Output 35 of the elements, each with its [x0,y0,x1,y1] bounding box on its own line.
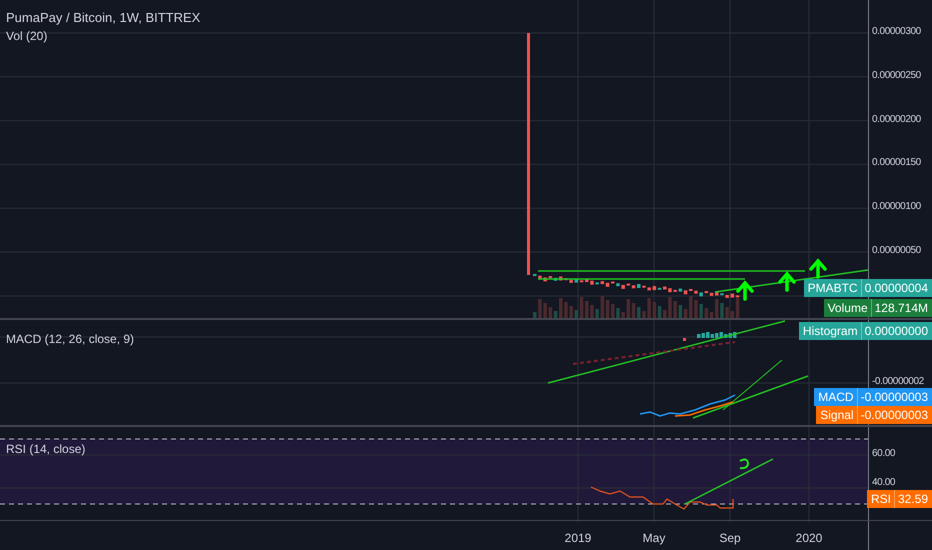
signal-line [674,401,734,417]
chart-title: PumaPay / Bitcoin, 1W, BITTREX [6,9,200,27]
smile-icon [740,458,749,470]
tag-value: 32.59 [898,493,928,505]
axis-tick-label: 60.00 [872,449,896,459]
axis-tick-label: 40.00 [872,478,896,488]
indicator-legend: RSI (14, close) [6,440,86,458]
tag-value: -0.00000003 [860,391,928,403]
tag-value: 0.00000004 [864,282,928,294]
tag-name: Signal [820,409,854,421]
histogram-bars [683,332,736,341]
tag-name: MACD [818,391,854,403]
time-axis-label: Sep [719,530,741,547]
tag-value: 0.00000000 [864,325,928,337]
axis-tick-label: 0.00000250 [872,70,921,81]
arrow-up-icon [736,280,754,301]
tag-name: Volume [828,302,868,314]
axis-tick-label: 0.00000200 [872,114,921,125]
time-axis-label: May [642,530,666,547]
indicator-legend: MACD (12, 26, close, 9) [6,330,134,348]
indicator-legend: Vol (20) [6,27,48,45]
axis-tick-label: 0.00000150 [872,158,921,168]
axis-tick-label: 0.00000300 [872,27,921,37]
axis-tick-label: -0.00000002 [872,377,924,387]
time-axis-label: 2019 [564,530,592,547]
tag-value: -0.00000003 [860,409,928,421]
time-axis-label: 2020 [796,530,822,547]
arrow-up-icon [809,258,827,279]
tag-name: RSI [870,493,891,505]
arrow-up-icon [778,271,796,292]
axis-tick-label: 0.00000100 [872,202,921,212]
tag-value: 128.714M [874,302,928,314]
tag-name: Histogram [802,325,858,337]
tag-name: PMABTC [808,282,858,294]
axis-tick-label: 0.00000050 [872,246,921,256]
